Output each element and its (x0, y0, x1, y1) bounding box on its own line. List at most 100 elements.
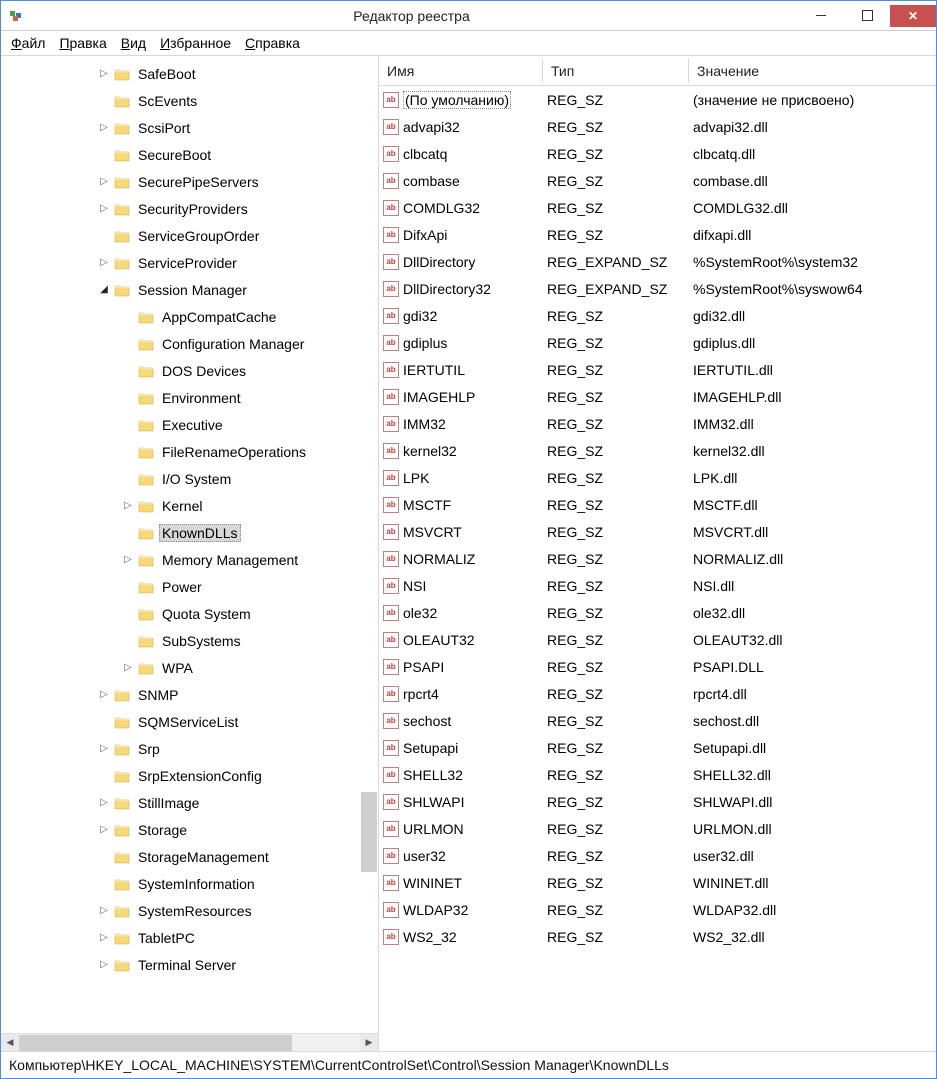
expand-icon[interactable]: ▷ (97, 824, 111, 835)
value-row[interactable]: IMAGEHLPREG_SZIMAGEHLP.dll (379, 383, 936, 410)
tree-item[interactable]: SystemInformation (1, 870, 378, 897)
expand-icon[interactable]: ▷ (97, 905, 111, 916)
value-row[interactable]: IMM32REG_SZIMM32.dll (379, 410, 936, 437)
value-row[interactable]: NSIREG_SZNSI.dll (379, 572, 936, 599)
close-button[interactable] (890, 5, 936, 27)
value-row[interactable]: COMDLG32REG_SZCOMDLG32.dll (379, 194, 936, 221)
value-row[interactable]: ole32REG_SZole32.dll (379, 599, 936, 626)
tree-item[interactable]: ▷SNMP (1, 681, 378, 708)
value-row[interactable]: SHELL32REG_SZSHELL32.dll (379, 761, 936, 788)
tree-item[interactable]: AppCompatCache (1, 303, 378, 330)
header-name[interactable]: Имя (379, 59, 543, 83)
tree-item[interactable]: ServiceGroupOrder (1, 222, 378, 249)
tree-item[interactable]: ▷Terminal Server (1, 951, 378, 978)
value-row[interactable]: MSVCRTREG_SZMSVCRT.dll (379, 518, 936, 545)
expand-icon[interactable]: ▷ (97, 932, 111, 943)
value-row[interactable]: SHLWAPIREG_SZSHLWAPI.dll (379, 788, 936, 815)
tree-item[interactable]: ▷WPA (1, 654, 378, 681)
header-type[interactable]: Тип (543, 59, 689, 83)
hscroll-track[interactable] (19, 1034, 360, 1052)
tree-item[interactable]: ▷TabletPC (1, 924, 378, 951)
tree-item[interactable]: KnownDLLs (1, 519, 378, 546)
list-header[interactable]: Имя Тип Значение (379, 56, 936, 86)
value-row[interactable]: MSCTFREG_SZMSCTF.dll (379, 491, 936, 518)
tree-item[interactable]: ▷StillImage (1, 789, 378, 816)
value-row[interactable]: DllDirectoryREG_EXPAND_SZ%SystemRoot%\sy… (379, 248, 936, 275)
menu-help[interactable]: Справка (245, 35, 300, 51)
tree-item[interactable]: ▷ServiceProvider (1, 249, 378, 276)
expand-icon[interactable]: ▷ (97, 743, 111, 754)
tree-hscroll[interactable]: ◀ ▶ (1, 1033, 378, 1051)
value-row[interactable]: sechostREG_SZsechost.dll (379, 707, 936, 734)
value-row[interactable]: URLMONREG_SZURLMON.dll (379, 815, 936, 842)
menu-edit[interactable]: Правка (59, 35, 106, 51)
tree-item[interactable]: ◢Session Manager (1, 276, 378, 303)
value-list[interactable]: (По умолчанию)REG_SZ(значение не присвое… (379, 86, 936, 1051)
tree-item[interactable]: ▷ScsiPort (1, 114, 378, 141)
value-row[interactable]: IERTUTILREG_SZIERTUTIL.dll (379, 356, 936, 383)
expand-icon[interactable]: ▷ (121, 500, 135, 511)
value-row[interactable]: PSAPIREG_SZPSAPI.DLL (379, 653, 936, 680)
value-row[interactable]: user32REG_SZuser32.dll (379, 842, 936, 869)
tree-item[interactable]: Power (1, 573, 378, 600)
tree-item[interactable]: DOS Devices (1, 357, 378, 384)
hscroll-thumb[interactable] (19, 1035, 292, 1051)
tree-item[interactable]: Configuration Manager (1, 330, 378, 357)
value-row[interactable]: LPKREG_SZLPK.dll (379, 464, 936, 491)
maximize-button[interactable] (844, 5, 890, 27)
tree-item[interactable]: ▷Kernel (1, 492, 378, 519)
value-row[interactable]: DllDirectory32REG_EXPAND_SZ%SystemRoot%\… (379, 275, 936, 302)
expand-icon[interactable]: ▷ (97, 203, 111, 214)
tree-item[interactable]: SubSystems (1, 627, 378, 654)
tree-vscroll-thumb[interactable] (361, 792, 377, 872)
tree-item[interactable]: SrpExtensionConfig (1, 762, 378, 789)
expand-icon[interactable]: ▷ (97, 959, 111, 970)
value-row[interactable]: DifxApiREG_SZdifxapi.dll (379, 221, 936, 248)
expand-icon[interactable]: ▷ (121, 554, 135, 565)
expand-icon[interactable]: ▷ (97, 68, 111, 79)
tree-item[interactable]: Quota System (1, 600, 378, 627)
value-row[interactable]: clbcatqREG_SZclbcatq.dll (379, 140, 936, 167)
expand-icon[interactable]: ▷ (97, 122, 111, 133)
expand-icon[interactable]: ▷ (121, 662, 135, 673)
hscroll-right[interactable]: ▶ (360, 1034, 378, 1052)
tree-item[interactable]: ▷Storage (1, 816, 378, 843)
value-row[interactable]: NORMALIZREG_SZNORMALIZ.dll (379, 545, 936, 572)
expand-icon[interactable]: ▷ (97, 176, 111, 187)
tree-item[interactable]: Environment (1, 384, 378, 411)
tree-item[interactable]: ▷SecurePipeServers (1, 168, 378, 195)
menu-file[interactable]: Файл (11, 35, 45, 51)
expand-icon[interactable]: ▷ (97, 797, 111, 808)
tree-item[interactable]: ▷Memory Management (1, 546, 378, 573)
tree-item[interactable]: FileRenameOperations (1, 438, 378, 465)
value-row[interactable]: SetupapiREG_SZSetupapi.dll (379, 734, 936, 761)
value-row[interactable]: gdi32REG_SZgdi32.dll (379, 302, 936, 329)
collapse-icon[interactable]: ◢ (97, 284, 111, 295)
tree-item[interactable]: SQMServiceList (1, 708, 378, 735)
header-value[interactable]: Значение (689, 59, 936, 83)
titlebar[interactable]: Редактор реестра (1, 1, 936, 31)
minimize-button[interactable] (798, 5, 844, 27)
value-row[interactable]: gdiplusREG_SZgdiplus.dll (379, 329, 936, 356)
tree-item[interactable]: ▷SafeBoot (1, 60, 378, 87)
expand-icon[interactable]: ▷ (97, 257, 111, 268)
tree-item[interactable]: ▷SystemResources (1, 897, 378, 924)
value-row[interactable]: combaseREG_SZcombase.dll (379, 167, 936, 194)
tree-item[interactable]: ▷Srp (1, 735, 378, 762)
registry-tree[interactable]: ▷SafeBootScEvents▷ScsiPortSecureBoot▷Sec… (1, 56, 378, 1033)
hscroll-left[interactable]: ◀ (1, 1034, 19, 1052)
value-row[interactable]: OLEAUT32REG_SZOLEAUT32.dll (379, 626, 936, 653)
value-row[interactable]: WS2_32REG_SZWS2_32.dll (379, 923, 936, 950)
value-row[interactable]: rpcrt4REG_SZrpcrt4.dll (379, 680, 936, 707)
tree-item[interactable]: I/O System (1, 465, 378, 492)
tree-item[interactable]: SecureBoot (1, 141, 378, 168)
value-row[interactable]: WLDAP32REG_SZWLDAP32.dll (379, 896, 936, 923)
tree-item[interactable]: ScEvents (1, 87, 378, 114)
value-row[interactable]: WININETREG_SZWININET.dll (379, 869, 936, 896)
value-row[interactable]: kernel32REG_SZkernel32.dll (379, 437, 936, 464)
value-row[interactable]: advapi32REG_SZadvapi32.dll (379, 113, 936, 140)
expand-icon[interactable]: ▷ (97, 689, 111, 700)
menu-favorites[interactable]: Избранное (160, 35, 231, 51)
tree-item[interactable]: Executive (1, 411, 378, 438)
value-row[interactable]: (По умолчанию)REG_SZ(значение не присвое… (379, 86, 936, 113)
